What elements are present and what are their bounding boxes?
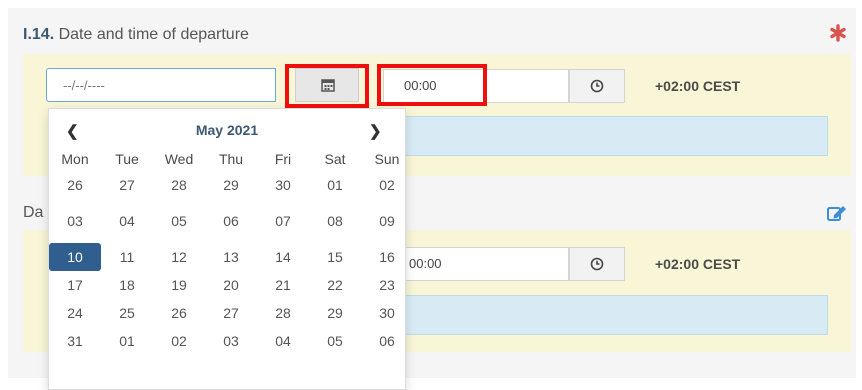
timezone-label: +02:00 CEST [655,78,741,94]
datepicker-month-title[interactable]: May 2021 [49,122,405,138]
weekday-header: Mon [61,151,89,167]
day-cell[interactable]: 11 [101,243,153,271]
day-cell[interactable]: 23 [361,271,413,299]
day-cell[interactable]: 09 [361,207,413,235]
day-cell[interactable]: 27 [101,171,153,199]
weekday-header: Fri [274,151,292,167]
next-month-button[interactable]: ❯ [369,122,382,140]
day-cell[interactable]: 03 [205,327,257,355]
day-cell[interactable]: 25 [101,299,153,327]
weekday-header: Sat [324,151,346,167]
day-cell[interactable]: 04 [257,327,309,355]
day-cell[interactable]: 22 [309,271,361,299]
day-cell[interactable]: 26 [49,171,101,199]
info-bar [400,116,828,156]
datepicker-popup: ❮ May 2021 ❯ Mon Tue Wed Thu Fri Sat Sun 26 27 28… [48,108,406,390]
day-cell[interactable]: 28 [257,299,309,327]
day-cell[interactable]: 29 [309,299,361,327]
day-cell[interactable]: 20 [205,271,257,299]
second-time-input[interactable]: 00:00 [400,247,569,281]
day-cell[interactable]: 16 [361,243,413,271]
day-cell[interactable]: 01 [101,327,153,355]
section-title-second: Da [23,204,44,221]
asterisk-icon [830,24,846,42]
day-cell[interactable]: 17 [49,271,101,299]
clock-button-2[interactable] [569,247,625,281]
day-cell[interactable]: 27 [205,299,257,327]
timezone-label-2: +02:00 CEST [655,256,741,272]
day-cell[interactable]: 31 [49,327,101,355]
time-input-highlight [377,64,487,106]
day-cell[interactable]: 05 [153,207,205,235]
weekday-header: Thu [218,151,244,167]
clock-icon [590,257,604,271]
day-cell[interactable]: 04 [101,207,153,235]
day-cell[interactable]: 12 [153,243,205,271]
day-cell[interactable]: 28 [153,171,205,199]
day-cell[interactable]: 07 [257,207,309,235]
day-cell[interactable]: 01 [309,171,361,199]
day-cell[interactable]: 26 [153,299,205,327]
weekday-header: Wed [164,151,194,167]
edit-icon[interactable] [826,204,848,222]
day-cell[interactable]: 02 [153,327,205,355]
section-label: Date and time of departure [58,26,249,43]
day-cell[interactable]: 15 [309,243,361,271]
day-cell[interactable]: 14 [257,243,309,271]
day-cell[interactable]: 18 [101,271,153,299]
day-cell[interactable]: 06 [361,327,413,355]
day-cell[interactable]: 08 [309,207,361,235]
section-title-departure: I.14. Date and time of departure [23,26,249,44]
day-cell[interactable]: 10 [49,243,101,271]
weekday-header: Sun [374,151,400,167]
day-cell[interactable]: 13 [205,243,257,271]
day-cell[interactable]: 30 [257,171,309,199]
section-code: I.14. [23,26,55,43]
clock-button[interactable] [569,69,625,103]
day-cell[interactable]: 05 [309,327,361,355]
day-cell[interactable]: 02 [361,171,413,199]
day-cell[interactable]: 21 [257,271,309,299]
day-cell[interactable]: 19 [153,271,205,299]
day-cell[interactable]: 06 [205,207,257,235]
weekday-header: Tue [115,151,139,167]
day-cell[interactable]: 24 [49,299,101,327]
clock-icon [590,79,604,93]
day-cell[interactable]: 03 [49,207,101,235]
calendar-button-highlight [285,64,369,108]
departure-date-input[interactable] [46,68,276,102]
day-cell[interactable]: 29 [205,171,257,199]
info-bar-2 [400,295,828,335]
day-cell[interactable]: 30 [361,299,413,327]
